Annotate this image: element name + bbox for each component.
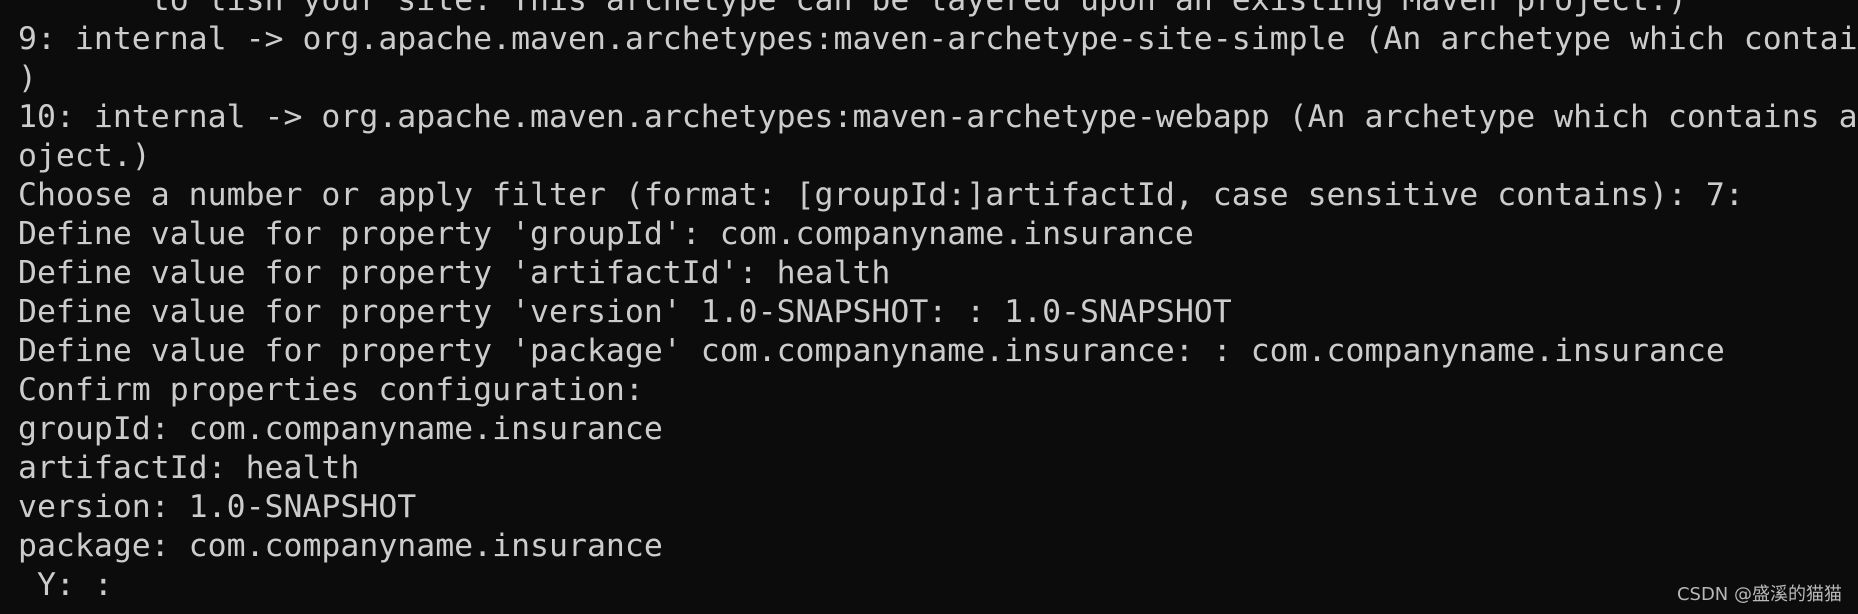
terminal-line: 10: internal -> org.apache.maven.archety… [18,99,1858,135]
terminal-line: artifactId: health [18,450,360,486]
terminal-line: groupId: com.companyname.insurance [18,411,663,447]
terminal-line: to lish your site. This archetype can be… [18,0,1687,18]
terminal-line: 9: internal -> org.apache.maven.archetyp… [18,21,1858,57]
terminal-line: package: com.companyname.insurance [18,528,663,564]
terminal-output: to lish your site. This archetype can be… [18,0,1858,605]
terminal-line: ) [18,60,37,96]
terminal-line: Define value for property 'version' 1.0-… [18,294,1232,330]
terminal-line: Confirm properties configuration: [18,372,644,408]
terminal-prompt-line[interactable]: Y: : [18,566,1858,605]
terminal-line: Define value for property 'artifactId': … [18,255,891,291]
terminal-line: Choose a number or apply filter (format:… [18,177,1744,213]
csdn-watermark: CSDN @盛溪的猫猫 [1676,584,1842,605]
terminal-line: Define value for property 'package' com.… [18,333,1725,369]
terminal-line: version: 1.0-SNAPSHOT [18,489,417,525]
terminal-window[interactable]: to lish your site. This archetype can be… [0,0,1858,614]
terminal-line: Define value for property 'groupId': com… [18,216,1194,252]
terminal-line: oject.) [18,138,151,174]
